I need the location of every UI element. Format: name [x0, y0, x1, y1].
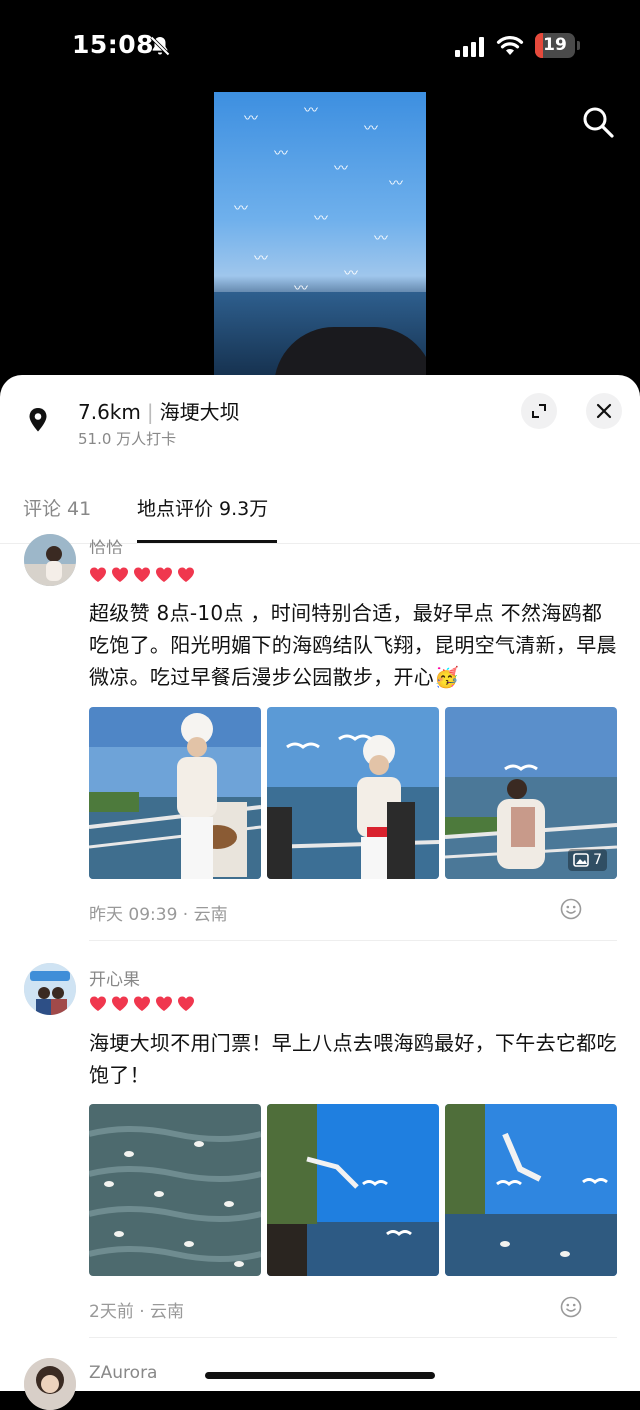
heart-icon: [90, 996, 106, 1011]
review-meta: 2天前 · 云南: [89, 1302, 185, 1322]
review-photos: [89, 1104, 617, 1276]
heart-icon: [112, 996, 128, 1011]
review-username[interactable]: ZAurora: [89, 1363, 157, 1383]
heart-icon: [156, 567, 172, 582]
photo-count: 7: [593, 852, 602, 868]
photo-count-badge: 7: [568, 849, 607, 871]
location-header[interactable]: 7.6km | 海埂大坝: [78, 396, 240, 425]
review-text: 海埂大坝不用门票！早上八点去喂海鸥最好，下午去它都吃饱了！: [89, 1031, 617, 1087]
location-video[interactable]: 〰 〰 〰 〰 〰 〰 〰 〰 〰 〰 〰 〰: [214, 92, 426, 375]
review-divider: [89, 1337, 617, 1338]
avatar[interactable]: [24, 963, 76, 1015]
location-distance: 7.6km: [78, 400, 141, 424]
battery-icon: 19: [535, 33, 581, 58]
bell-slash-icon: [150, 36, 170, 56]
location-name: 海埂大坝: [159, 400, 240, 424]
review-photo[interactable]: [89, 707, 261, 879]
battery-level: 19: [543, 35, 567, 55]
status-time: 15:08: [72, 30, 155, 59]
signal-icon: [455, 37, 484, 57]
review-photo[interactable]: [267, 707, 439, 879]
rating-hearts: [89, 566, 199, 588]
smile-icon[interactable]: [560, 898, 582, 920]
heart-icon: [134, 567, 150, 582]
rating-hearts: [89, 995, 199, 1017]
review-meta: 昨天 09:39 · 云南: [89, 905, 228, 925]
review-username[interactable]: 开心果: [89, 965, 140, 990]
location-pin-icon: [29, 408, 47, 432]
expand-button[interactable]: [521, 393, 557, 429]
home-indicator[interactable]: [205, 1372, 435, 1379]
review-photo[interactable]: [267, 1104, 439, 1276]
search-icon[interactable]: [580, 104, 616, 140]
heart-icon: [90, 567, 106, 582]
heart-icon: [112, 567, 128, 582]
review-photo[interactable]: [89, 1104, 261, 1276]
checkin-count: 51.0 万人打卡: [78, 430, 177, 448]
review-photo[interactable]: 7: [445, 707, 617, 879]
avatar[interactable]: [24, 534, 76, 586]
gallery-icon: [573, 853, 589, 867]
review-photos: 7: [89, 707, 617, 879]
smile-icon[interactable]: [560, 1296, 582, 1318]
avatar[interactable]: [24, 1358, 76, 1410]
tab-comments[interactable]: 评论 41: [23, 494, 91, 521]
status-bar: 15:08 19: [0, 0, 640, 90]
close-button[interactable]: [586, 393, 622, 429]
heart-icon: [156, 996, 172, 1011]
wifi-icon: [496, 36, 524, 55]
review-text: 超级赞 8点-10点 ，时间特别合适，最好早点 不然海鸥都吃饱了。阳光明媚下的海…: [89, 601, 617, 689]
expand-icon: [532, 404, 546, 418]
review-photo[interactable]: [445, 1104, 617, 1276]
review-divider: [89, 940, 617, 941]
tab-place-reviews[interactable]: 地点评价 9.3万: [137, 494, 268, 521]
review-username[interactable]: 恰恰: [89, 534, 123, 554]
heart-icon: [178, 567, 194, 582]
heart-icon: [178, 996, 194, 1011]
close-icon: [596, 403, 612, 419]
heart-icon: [134, 996, 150, 1011]
